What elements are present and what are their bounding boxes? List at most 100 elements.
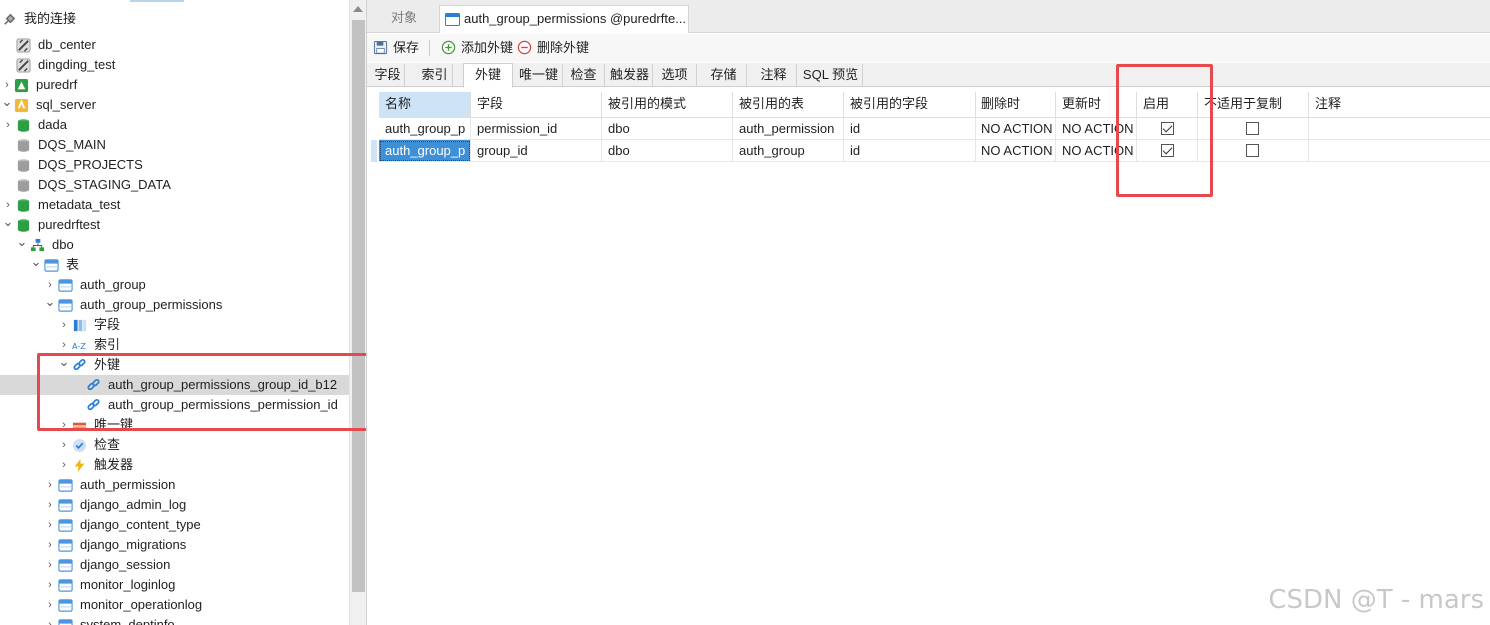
chevron-right-icon[interactable]: › bbox=[58, 435, 70, 455]
subtab-2[interactable]: 外键 bbox=[463, 63, 513, 88]
tree-node[interactable]: ⌄ sql_server bbox=[0, 95, 349, 115]
grid-cell-ref-schema[interactable]: dbo bbox=[602, 140, 733, 162]
chevron-right-icon[interactable]: › bbox=[44, 535, 56, 555]
tree-node[interactable]: › auth_group bbox=[0, 275, 349, 295]
tree-node[interactable]: › django_admin_log bbox=[0, 495, 349, 515]
subtab-7[interactable]: 存储 bbox=[701, 64, 747, 87]
chevron-right-icon[interactable]: › bbox=[44, 595, 56, 615]
tree-node[interactable]: ⌄ puredrftest bbox=[0, 215, 349, 235]
chevron-down-icon[interactable]: ⌄ bbox=[16, 235, 28, 255]
subtab-4[interactable]: 检查 bbox=[563, 64, 605, 87]
tree-node[interactable]: dingding_test bbox=[0, 55, 349, 75]
grid-header[interactable]: 被引用的字段 bbox=[844, 92, 976, 118]
chevron-right-icon[interactable]: › bbox=[1, 75, 13, 95]
tree-node[interactable]: › 检查 bbox=[0, 435, 349, 455]
grid-cell-on-delete[interactable]: NO ACTION bbox=[975, 140, 1056, 162]
chevron-down-icon[interactable]: ⌄ bbox=[30, 255, 42, 275]
grid-cell-name[interactable]: auth_group_p bbox=[379, 140, 471, 162]
chevron-right-icon[interactable]: › bbox=[44, 515, 56, 535]
not-for-replication-checkbox[interactable] bbox=[1246, 144, 1259, 157]
grid-header[interactable]: 字段 bbox=[471, 92, 602, 118]
database-green-icon bbox=[16, 218, 31, 233]
grid-header[interactable]: 不适用于复制 bbox=[1198, 92, 1309, 118]
chevron-right-icon[interactable]: › bbox=[44, 475, 56, 495]
chevron-right-icon[interactable]: › bbox=[2, 115, 14, 135]
delete-foreign-key-button[interactable]: 删除外键 bbox=[517, 38, 593, 58]
grid-cell-ref-table[interactable]: auth_permission bbox=[733, 118, 844, 140]
grid-cell-ref-field[interactable]: id bbox=[844, 140, 976, 162]
tree-node[interactable]: › auth_permission bbox=[0, 475, 349, 495]
row-marker[interactable] bbox=[371, 118, 377, 140]
grid-cell-name[interactable]: auth_group_p bbox=[379, 118, 471, 140]
chevron-down-icon[interactable]: ⌄ bbox=[44, 295, 56, 315]
subtab-9[interactable]: SQL 预览 bbox=[799, 64, 863, 87]
tree-node[interactable]: › puredrf bbox=[0, 75, 349, 95]
grid-cell-ref-schema[interactable]: dbo bbox=[602, 118, 733, 140]
chevron-right-icon[interactable]: › bbox=[44, 495, 56, 515]
tree-node[interactable]: › system_deptinfo bbox=[0, 615, 349, 625]
chevron-right-icon[interactable]: › bbox=[44, 275, 56, 295]
chevron-right-icon[interactable]: › bbox=[44, 615, 56, 625]
add-circle-icon bbox=[441, 40, 456, 55]
chevron-right-icon[interactable]: › bbox=[44, 555, 56, 575]
row-marker[interactable] bbox=[371, 140, 377, 162]
not-for-replication-checkbox-cell[interactable] bbox=[1198, 118, 1309, 140]
scrollbar-thumb[interactable] bbox=[352, 20, 365, 592]
tree-node[interactable]: › django_content_type bbox=[0, 515, 349, 535]
chevron-right-icon[interactable]: › bbox=[58, 455, 70, 475]
tree-node[interactable]: ⌄ auth_group_permissions bbox=[0, 295, 349, 315]
chevron-down-icon[interactable]: ⌄ bbox=[1, 95, 13, 115]
tree-root-my-connections[interactable]: 我的连接 bbox=[0, 9, 349, 29]
chevron-down-icon[interactable]: ⌄ bbox=[2, 215, 14, 235]
tree-node[interactable]: DQS_PROJECTS bbox=[0, 155, 349, 175]
tree-node[interactable]: › django_session bbox=[0, 555, 349, 575]
grid-cell-field[interactable]: permission_id bbox=[471, 118, 602, 140]
chevron-right-icon[interactable]: › bbox=[44, 575, 56, 595]
chevron-right-icon[interactable]: › bbox=[58, 315, 70, 335]
subtab-8[interactable]: 注释 bbox=[751, 64, 797, 87]
grid-cell-comment[interactable] bbox=[1309, 140, 1490, 162]
grid-cell-ref-field[interactable]: id bbox=[844, 118, 976, 140]
subtab-5[interactable]: 触发器 bbox=[607, 64, 653, 87]
chevron-right-icon[interactable]: › bbox=[58, 335, 70, 355]
subtab-1[interactable]: 索引 bbox=[417, 64, 453, 87]
tree-node[interactable]: ⌄ dbo bbox=[0, 235, 349, 255]
tree-node[interactable]: DQS_MAIN bbox=[0, 135, 349, 155]
grid-header[interactable]: 名称 bbox=[379, 92, 471, 118]
tab-objects[interactable]: 对象 bbox=[369, 5, 439, 33]
tree-node[interactable]: › monitor_loginlog bbox=[0, 575, 349, 595]
grid-header[interactable]: 被引用的模式 bbox=[602, 92, 733, 118]
tree-node[interactable]: db_center bbox=[0, 35, 349, 55]
subtab-6[interactable]: 选项 bbox=[653, 64, 697, 87]
grid-cell-field[interactable]: group_id bbox=[471, 140, 602, 162]
tree-node[interactable]: DQS_STAGING_DATA bbox=[0, 175, 349, 195]
tree-node[interactable]: › A-Z 索引 bbox=[0, 335, 349, 355]
save-button[interactable]: 保存 bbox=[373, 38, 429, 58]
tab-table-design[interactable]: auth_group_permissions @puredrfte... bbox=[439, 5, 689, 33]
tree-scrollbar[interactable] bbox=[349, 0, 366, 625]
scroll-up-arrow-icon[interactable] bbox=[353, 6, 363, 12]
table-icon bbox=[58, 578, 73, 593]
highlight-box-foreign-keys bbox=[37, 353, 366, 431]
tree-node[interactable]: › dada bbox=[0, 115, 349, 135]
tree-node[interactable]: › metadata_test bbox=[0, 195, 349, 215]
tree-node[interactable]: ⌄ 表 bbox=[0, 255, 349, 275]
tree-node[interactable]: › 触发器 bbox=[0, 455, 349, 475]
grid-header[interactable]: 注释 bbox=[1309, 92, 1490, 118]
subtab-0[interactable]: 字段 bbox=[371, 64, 405, 87]
grid-header[interactable]: 被引用的表 bbox=[733, 92, 844, 118]
tree-node-label: django_admin_log bbox=[80, 497, 187, 512]
tree-node[interactable]: › 字段 bbox=[0, 315, 349, 335]
tree-node[interactable]: › monitor_operationlog bbox=[0, 595, 349, 615]
not-for-replication-checkbox-cell[interactable] bbox=[1198, 140, 1309, 162]
add-foreign-key-button[interactable]: 添加外键 bbox=[441, 38, 513, 58]
svg-text:A-Z: A-Z bbox=[72, 341, 86, 351]
grid-cell-ref-table[interactable]: auth_group bbox=[733, 140, 844, 162]
grid-header[interactable]: 删除时 bbox=[975, 92, 1056, 118]
subtab-3[interactable]: 唯一键 bbox=[515, 64, 563, 87]
grid-cell-comment[interactable] bbox=[1309, 118, 1490, 140]
tree-node[interactable]: › django_migrations bbox=[0, 535, 349, 555]
not-for-replication-checkbox[interactable] bbox=[1246, 122, 1259, 135]
grid-cell-on-delete[interactable]: NO ACTION bbox=[975, 118, 1056, 140]
chevron-right-icon[interactable]: › bbox=[2, 195, 14, 215]
